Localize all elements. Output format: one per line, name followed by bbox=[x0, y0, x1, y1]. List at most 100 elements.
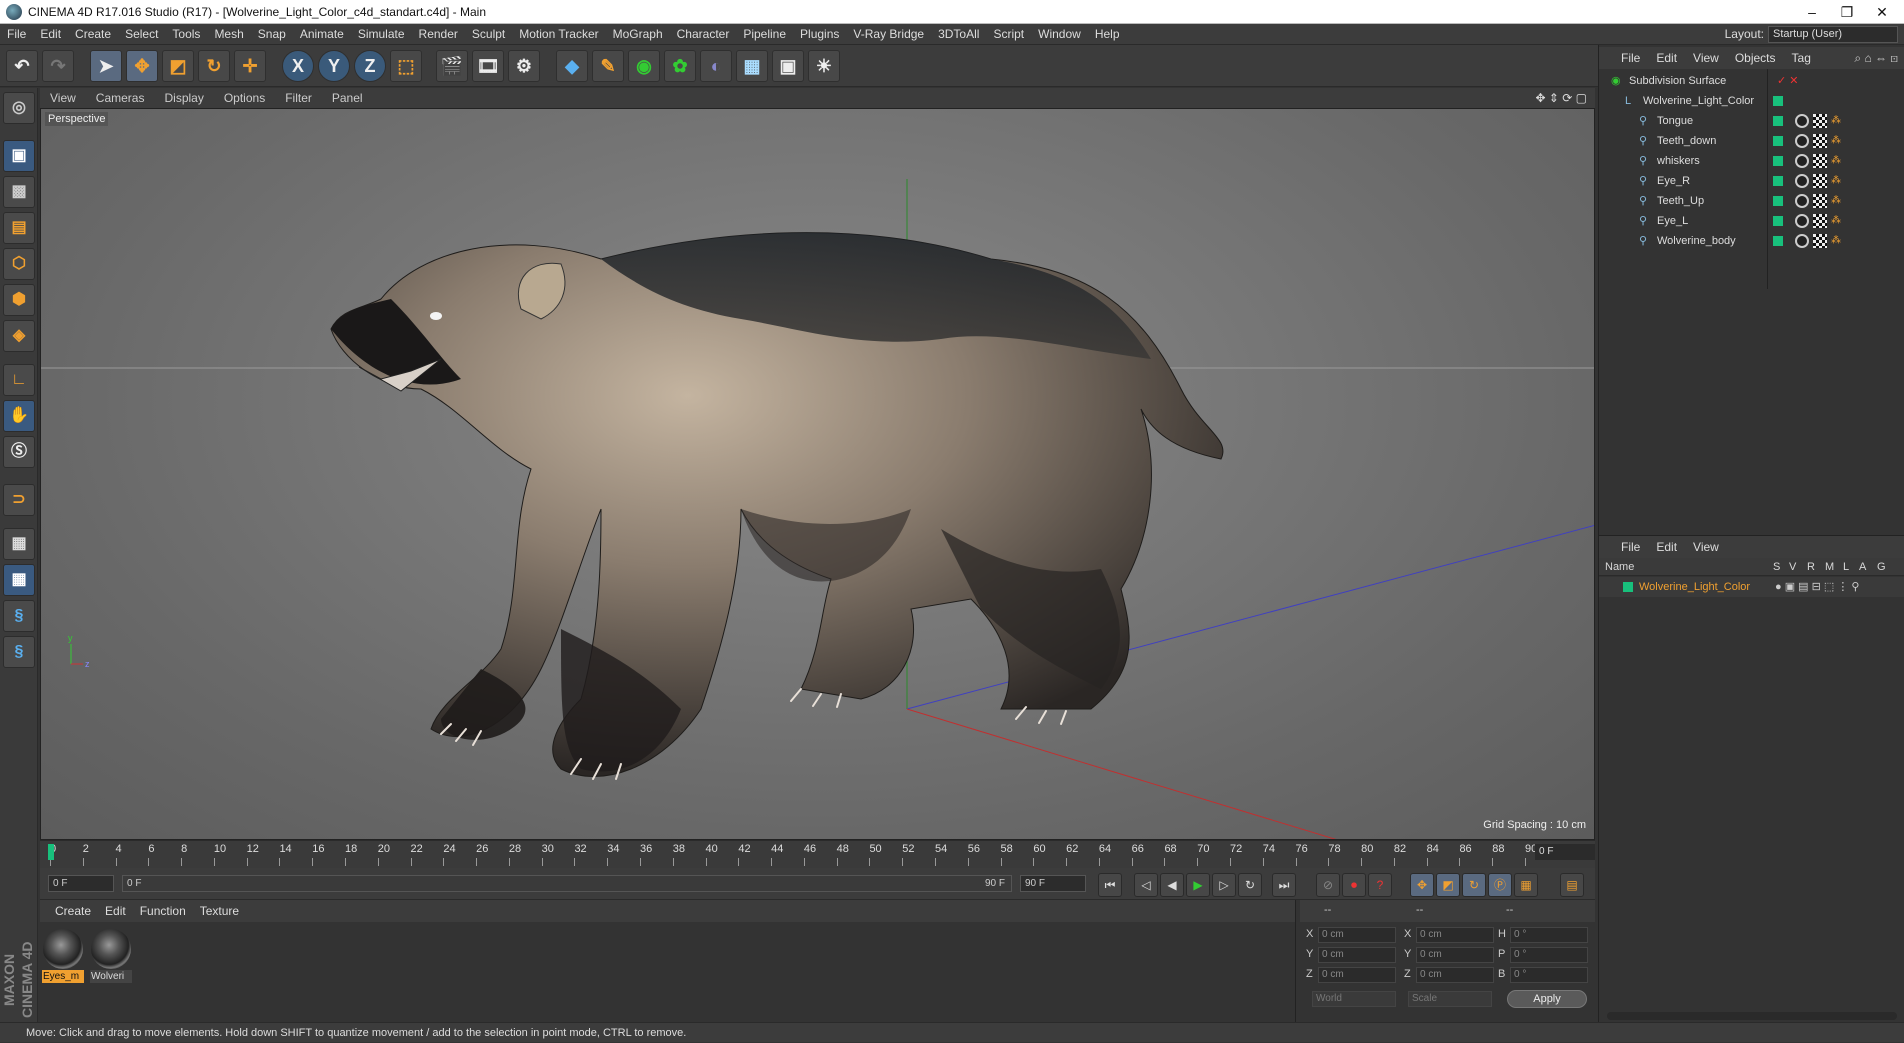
objects-menu-tag[interactable]: Tag bbox=[1784, 47, 1819, 69]
material-menu-function[interactable]: Function bbox=[133, 900, 193, 922]
object-name[interactable]: Eye_R bbox=[1657, 171, 1690, 191]
undo-icon[interactable]: ↶ bbox=[6, 50, 38, 82]
transform-tool-icon[interactable]: ✛ bbox=[234, 50, 266, 82]
object-name[interactable]: whiskers bbox=[1657, 151, 1700, 171]
menu-edit[interactable]: Edit bbox=[33, 24, 68, 45]
key-pla-icon[interactable]: ▦ bbox=[1514, 873, 1538, 897]
col-visible[interactable]: V bbox=[1789, 558, 1796, 576]
z-axis-lock-button[interactable]: Z bbox=[354, 50, 386, 82]
subdivision-icon[interactable]: ◉ bbox=[628, 50, 660, 82]
layer-name[interactable]: Wolverine_Light_Color bbox=[1639, 577, 1750, 597]
close-button[interactable]: ✕ bbox=[1860, 0, 1904, 24]
col-animation[interactable]: A bbox=[1859, 558, 1866, 576]
uvw-tag-icon[interactable]: ⁂ bbox=[1831, 234, 1845, 248]
viewport-menu-cameras[interactable]: Cameras bbox=[86, 88, 155, 108]
layers-menu-file[interactable]: File bbox=[1613, 536, 1648, 558]
deformer-icon[interactable]: ◐ bbox=[700, 50, 732, 82]
play-icon[interactable]: ▶ bbox=[1186, 873, 1210, 897]
next-key-icon[interactable]: ↻ bbox=[1238, 873, 1262, 897]
perspective-viewport[interactable]: Perspective y z Grid Spacing: 10 cm bbox=[40, 108, 1595, 840]
object-manager-toolbar-icons[interactable]: ⌕ ⌂ ⇔ ⊡ bbox=[1854, 47, 1898, 69]
record-keys-icon[interactable]: ⊘ bbox=[1316, 873, 1340, 897]
col-render[interactable]: R bbox=[1807, 558, 1815, 576]
object-row[interactable]: ◉ Subdivision Surface ✓ ✕ bbox=[1599, 71, 1904, 91]
material-swatch-wolverine[interactable]: Wolveri bbox=[90, 928, 132, 983]
phong-tag-icon[interactable] bbox=[1795, 174, 1809, 188]
layer-color-tag[interactable] bbox=[1773, 196, 1783, 206]
layer-color-tag[interactable] bbox=[1773, 116, 1783, 126]
go-to-start-icon[interactable]: ⏮ bbox=[1098, 873, 1122, 897]
object-row[interactable]: ⚲ Teeth_Up ⁂ bbox=[1599, 191, 1904, 211]
lock-workplane-icon[interactable]: ▦ bbox=[3, 528, 35, 560]
viewport-menu-options[interactable]: Options bbox=[214, 88, 275, 108]
col-generators[interactable]: G bbox=[1877, 558, 1886, 576]
render-settings-icon[interactable]: ⚙ bbox=[508, 50, 540, 82]
viewport-menu-filter[interactable]: Filter bbox=[275, 88, 322, 108]
phong-tag-icon[interactable] bbox=[1795, 214, 1809, 228]
make-editable-icon[interactable]: ◎ bbox=[3, 92, 35, 124]
menu-snap[interactable]: Snap bbox=[251, 24, 293, 45]
object-row[interactable]: ⚲ Teeth_down ⁂ bbox=[1599, 131, 1904, 151]
menu-create[interactable]: Create bbox=[68, 24, 118, 45]
menu-pipeline[interactable]: Pipeline bbox=[736, 24, 793, 45]
polygons-mode-icon[interactable]: ◈ bbox=[3, 320, 35, 352]
axis-mode-icon[interactable]: ∟ bbox=[3, 364, 35, 396]
menu-vray-bridge[interactable]: V-Ray Bridge bbox=[846, 24, 931, 45]
menu-character[interactable]: Character bbox=[670, 24, 737, 45]
coordinate-mode-dropdown[interactable]: World bbox=[1312, 991, 1396, 1007]
keyframe-selection-icon[interactable]: ? bbox=[1368, 873, 1392, 897]
layer-color-tag[interactable] bbox=[1773, 176, 1783, 186]
uvw-tag-icon[interactable]: ⁂ bbox=[1831, 174, 1845, 188]
layer-row[interactable]: Wolverine_Light_Color ● ▣ ▤ ⊟ ⬚ ⋮ ⚲ bbox=[1599, 577, 1904, 597]
object-name[interactable]: Tongue bbox=[1657, 111, 1693, 131]
object-name[interactable]: Eye_L bbox=[1657, 211, 1688, 231]
material-menu-texture[interactable]: Texture bbox=[193, 900, 246, 922]
menu-file[interactable]: File bbox=[0, 24, 33, 45]
menu-help[interactable]: Help bbox=[1088, 24, 1127, 45]
menu-window[interactable]: Window bbox=[1031, 24, 1088, 45]
x-axis-lock-button[interactable]: X bbox=[282, 50, 314, 82]
current-frame-field[interactable]: 0 F bbox=[48, 875, 114, 892]
object-name[interactable]: Teeth_Up bbox=[1657, 191, 1704, 211]
menu-sculpt[interactable]: Sculpt bbox=[465, 24, 512, 45]
uvw-tag-icon[interactable]: ⁂ bbox=[1831, 114, 1845, 128]
max-frame-field[interactable]: 90 F bbox=[1020, 875, 1086, 892]
viewport-navigation-icons[interactable]: ✥ ⇕ ⟳ ▢ bbox=[1535, 88, 1587, 108]
col-manager[interactable]: M bbox=[1825, 558, 1834, 576]
floor-environment-icon[interactable]: ▦ bbox=[736, 50, 768, 82]
light-icon[interactable]: ☀ bbox=[808, 50, 840, 82]
key-scale-icon[interactable]: ◩ bbox=[1436, 873, 1460, 897]
layer-color-swatch[interactable] bbox=[1623, 582, 1633, 592]
objects-menu-edit[interactable]: Edit bbox=[1648, 47, 1685, 69]
render-picture-viewer-icon[interactable]: 🎞 bbox=[472, 50, 504, 82]
texture-tag-icon[interactable] bbox=[1813, 194, 1827, 208]
texture-mode-icon[interactable]: ▩ bbox=[3, 176, 35, 208]
planar-workplane-icon[interactable]: ▦ bbox=[3, 564, 35, 596]
menu-tools[interactable]: Tools bbox=[165, 24, 207, 45]
size-z-field[interactable]: 0 cm bbox=[1416, 967, 1494, 983]
playhead-marker[interactable] bbox=[48, 844, 54, 860]
snap-icon[interactable]: Ⓢ bbox=[3, 436, 35, 468]
go-to-end-icon[interactable]: ⏭ bbox=[1272, 873, 1296, 897]
key-parameter-icon[interactable]: Ⓟ bbox=[1488, 873, 1512, 897]
layout-dropdown[interactable]: Startup (User) bbox=[1768, 26, 1898, 43]
menu-motion-tracker[interactable]: Motion Tracker bbox=[512, 24, 605, 45]
rot-p-field[interactable]: 0 ° bbox=[1510, 947, 1588, 963]
autokey-icon[interactable]: ⏺ bbox=[1342, 873, 1366, 897]
enable-toggle-icon[interactable]: ✓ ✕ bbox=[1777, 71, 1799, 91]
objects-menu-objects[interactable]: Objects bbox=[1727, 47, 1784, 69]
move-tool-icon[interactable]: ✥ bbox=[126, 50, 158, 82]
menu-animate[interactable]: Animate bbox=[293, 24, 351, 45]
object-name[interactable]: Subdivision Surface bbox=[1629, 71, 1726, 91]
cube-object-icon[interactable]: ◆ bbox=[556, 50, 588, 82]
layer-color-tag[interactable] bbox=[1773, 136, 1783, 146]
menu-render[interactable]: Render bbox=[412, 24, 465, 45]
viewport-menu-view[interactable]: View bbox=[40, 88, 86, 108]
phong-tag-icon[interactable] bbox=[1795, 114, 1809, 128]
render-view-icon[interactable]: 🎬 bbox=[436, 50, 468, 82]
object-name[interactable]: Wolverine_Light_Color bbox=[1643, 91, 1754, 111]
preview-range-slider[interactable]: 0 F 90 F bbox=[122, 875, 1012, 892]
material-menu-create[interactable]: Create bbox=[48, 900, 98, 922]
uvw-tag-icon[interactable]: ⁂ bbox=[1831, 134, 1845, 148]
object-row[interactable]: ⚲ Eye_R ⁂ bbox=[1599, 171, 1904, 191]
